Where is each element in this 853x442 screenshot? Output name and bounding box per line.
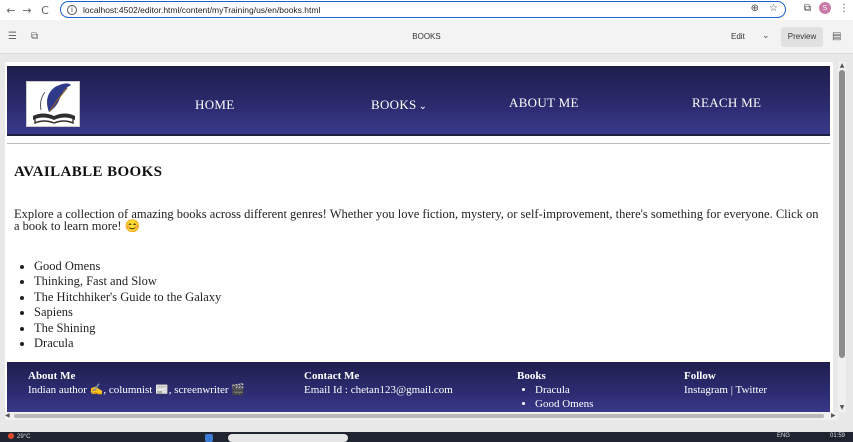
preview-button[interactable]: Preview: [781, 27, 823, 47]
scrollbar-thumb[interactable]: [839, 70, 845, 358]
footer-social-links[interactable]: Instagram | Twitter: [684, 383, 767, 397]
nav-home-label: HOME: [195, 97, 235, 112]
book-link[interactable]: Sapiens: [34, 305, 221, 320]
book-feather-logo-icon: [33, 83, 75, 125]
scroll-down-icon[interactable]: ▼: [838, 404, 846, 411]
taskbar-apps: [205, 434, 213, 442]
browser-toolbar: ← → C i localhost:4502/editor.html/conte…: [0, 0, 853, 20]
book-link[interactable]: The Shining: [34, 321, 221, 336]
book-link[interactable]: The Hitchhiker's Guide to the Galaxy: [34, 290, 221, 305]
editor-page-title: BOOKS: [412, 32, 441, 41]
book-link[interactable]: Good Omens: [34, 259, 221, 274]
scroll-up-icon[interactable]: ▲: [838, 62, 846, 69]
footer-about: About Me Indian author ✍️, columnist 📰, …: [28, 369, 245, 397]
intro-text: Explore a collection of amazing books ac…: [14, 207, 819, 233]
extensions-icon[interactable]: ⧉: [804, 3, 811, 14]
scroll-right-icon[interactable]: ▶: [831, 412, 836, 419]
weather-icon: [8, 433, 14, 439]
page-title: AVAILABLE BOOKS: [14, 164, 163, 180]
site-info-icon[interactable]: i: [67, 4, 77, 15]
forward-icon[interactable]: →: [18, 1, 36, 19]
horizontal-scrollbar[interactable]: ◀ ▶: [5, 412, 838, 420]
mode-selector-label[interactable]: Edit: [731, 32, 745, 41]
book-link[interactable]: Thinking, Fast and Slow: [34, 274, 221, 289]
system-tray: ENG 01:59: [777, 433, 845, 439]
scrollbar-thumb[interactable]: [14, 414, 824, 418]
weather-widget[interactable]: 29°C: [8, 433, 30, 440]
nav-reach-me-label: REACH ME: [692, 95, 762, 110]
divider: [7, 143, 830, 144]
nav-books[interactable]: BOOKS ⌄: [371, 97, 427, 113]
scroll-left-icon[interactable]: ◀: [5, 412, 10, 419]
book-list: Good Omens Thinking, Fast and Slow The H…: [34, 259, 221, 351]
nav-home[interactable]: HOME: [195, 97, 234, 113]
footer-about-title: About Me: [28, 370, 76, 382]
site-header: HOME BOOKS ⌄ ABOUT ME REACH ME: [7, 66, 830, 136]
reload-icon[interactable]: C: [36, 1, 54, 19]
nav-reach-me[interactable]: REACH ME: [692, 95, 761, 111]
footer-book-list: Dracula Good Omens: [517, 383, 593, 411]
zoom-icon[interactable]: ⊕: [751, 3, 759, 14]
start-icon[interactable]: [205, 434, 213, 442]
footer-contact: Contact Me Email Id : chetan123@gmail.co…: [304, 369, 453, 397]
bookmark-star-icon[interactable]: ☆: [769, 3, 778, 14]
footer-email[interactable]: Email Id : chetan123@gmail.com: [304, 383, 453, 397]
nav-about-me[interactable]: ABOUT ME: [509, 95, 579, 111]
page-canvas: HOME BOOKS ⌄ ABOUT ME REACH ME AVAILABLE …: [5, 62, 833, 412]
taskbar-search[interactable]: [228, 434, 348, 442]
footer-follow: Follow Instagram | Twitter: [684, 369, 767, 397]
footer-book-link[interactable]: Good Omens: [535, 397, 593, 411]
chevron-down-icon[interactable]: ⌄: [762, 31, 770, 41]
vertical-scrollbar[interactable]: ▲ ▼: [838, 62, 846, 412]
site-logo[interactable]: [26, 81, 80, 127]
clock[interactable]: 01:59: [830, 433, 845, 439]
footer-about-text: Indian author ✍️, columnist 📰, screenwri…: [28, 384, 246, 396]
weather-temp: 29°C: [17, 434, 31, 440]
properties-panel-icon[interactable]: ▤: [832, 31, 841, 42]
nav-books-label: BOOKS: [371, 97, 417, 112]
footer-books-title: Books: [517, 370, 546, 382]
site-footer: About Me Indian author ✍️, columnist 📰, …: [7, 362, 830, 412]
language-indicator[interactable]: ENG: [777, 433, 790, 439]
book-link[interactable]: Dracula: [34, 336, 221, 351]
footer-book-link[interactable]: Dracula: [535, 383, 593, 397]
browser-menu-icon[interactable]: ⋮: [839, 3, 849, 14]
nav-about-me-label: ABOUT ME: [509, 95, 579, 110]
os-taskbar: 29°C ENG 01:59: [0, 432, 853, 442]
footer-follow-title: Follow: [684, 370, 716, 382]
address-bar[interactable]: i localhost:4502/editor.html/content/myT…: [60, 1, 786, 18]
editor-toolbar: ☰ ⧉ BOOKS Edit ⌄ Preview ▤: [0, 20, 853, 54]
footer-books: Books Dracula Good Omens: [517, 369, 593, 411]
url-text: localhost:4502/editor.html/content/myTra…: [83, 4, 321, 15]
profile-avatar[interactable]: S: [819, 2, 831, 14]
chevron-down-icon: ⌄: [418, 101, 428, 112]
footer-contact-title: Contact Me: [304, 370, 360, 382]
